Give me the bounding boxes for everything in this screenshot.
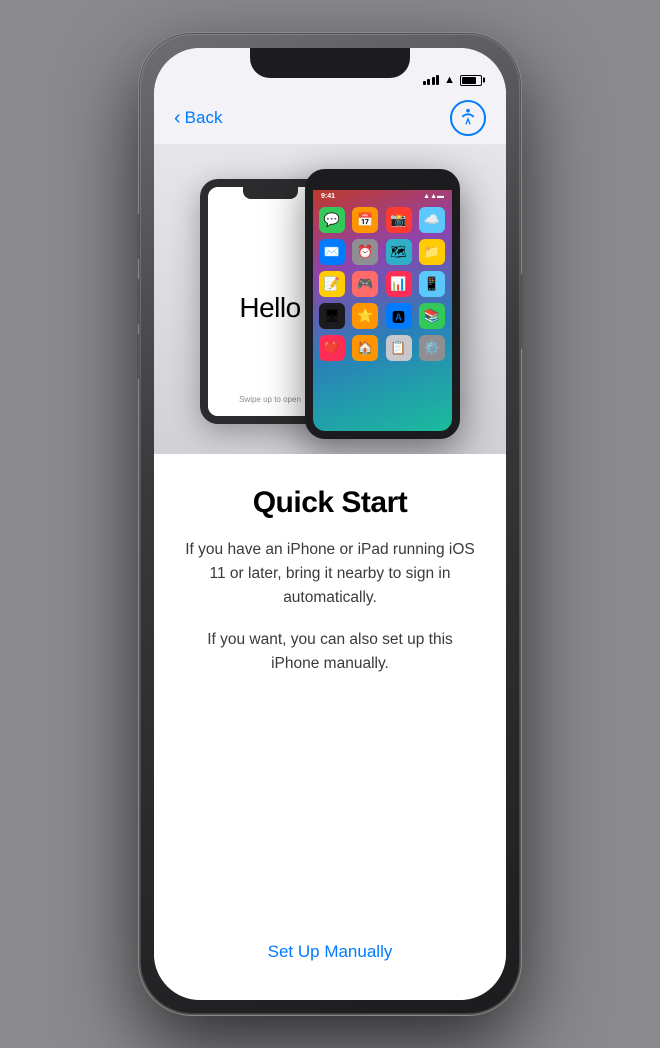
app-icon: ❤️ [319,335,345,361]
app-icon: ⏰ [352,239,378,265]
home-phone-illustration: 9:41 ▲▲▬ 💬 📅 📸 ☁️ ✉️ ⏰ 🗺 📁 📝 🎮 📊 📱 🖥 ⭐ 🅰 📚 ❤️ 🏠 📋 ⚙️ [305,169,460,439]
app-icon: ☁️ [419,207,445,233]
app-icon: 💬 [319,207,345,233]
app-icon: 📝 [319,271,345,297]
phone-frame: 9:41 ▲ ‹ Back [140,34,520,1014]
hero-area: Hello Swipe up to open 9:41 ▲▲▬ 💬📅📸☁️✉️⏰… [154,144,506,454]
app-icon: ✉️ [319,239,345,265]
accessibility-icon [457,107,479,129]
app-icon: 🅰 [386,303,412,329]
app-icon: ⭐ [352,303,378,329]
home-status-icons: ▲▲▬ [423,193,444,200]
back-label: Back [185,108,223,128]
home-time: 9:41 [321,193,335,200]
status-icons: ▲ [423,74,482,86]
app-icon: 📅 [352,207,378,233]
home-phone-screen: 9:41 ▲▲▬ 💬 📅 📸 ☁️ ✉️ ⏰ 🗺 📁 📝 🎮 📊 📱 🖥 ⭐ 🅰 📚 ❤️ 🏠 📋 ⚙️ [313,190,452,431]
description-2: If you want, you can also set up this iP… [182,628,478,676]
app-icon: ⚙️ [419,335,445,361]
hello-text: Hello [239,292,300,324]
app-icon: 📋 [386,335,412,361]
page-title: Quick Start [253,486,408,520]
back-chevron-icon: ‹ [174,108,181,128]
signal-icon [423,75,440,85]
app-icon: 🖥 [319,303,345,329]
app-icon: 🏠 [352,335,378,361]
nav-bar: ‹ Back [154,92,506,144]
phone-notch [250,48,410,78]
app-icon: 📱 [419,271,445,297]
phone-screen: 9:41 ▲ ‹ Back [154,48,506,1000]
app-icon: 📁 [419,239,445,265]
app-grid: 💬 📅 📸 ☁️ ✉️ ⏰ 🗺 📁 📝 🎮 📊 📱 🖥 ⭐ 🅰 📚 ❤️ 🏠 📋 ⚙️ [313,203,452,365]
phones-illustration: Hello Swipe up to open 9:41 ▲▲▬ 💬📅📸☁️✉️⏰… [200,159,460,439]
app-icon: 📊 [386,271,412,297]
home-phone-notch [353,177,413,190]
app-icon: 📸 [386,207,412,233]
battery-icon [460,75,482,86]
home-status-bar: 9:41 ▲▲▬ [313,190,452,203]
app-icon: 🗺 [386,239,412,265]
accessibility-button[interactable] [450,100,486,136]
wifi-icon: ▲ [444,74,455,86]
description-1: If you have an iPhone or iPad running iO… [182,538,478,610]
back-button[interactable]: ‹ Back [174,108,222,128]
app-icon: 📚 [419,303,445,329]
app-icon: 🎮 [352,271,378,297]
hello-phone-notch [243,187,298,199]
setup-manually-button[interactable]: Set Up Manually [248,932,413,972]
content-area: Quick Start If you have an iPhone or iPa… [154,454,506,1000]
